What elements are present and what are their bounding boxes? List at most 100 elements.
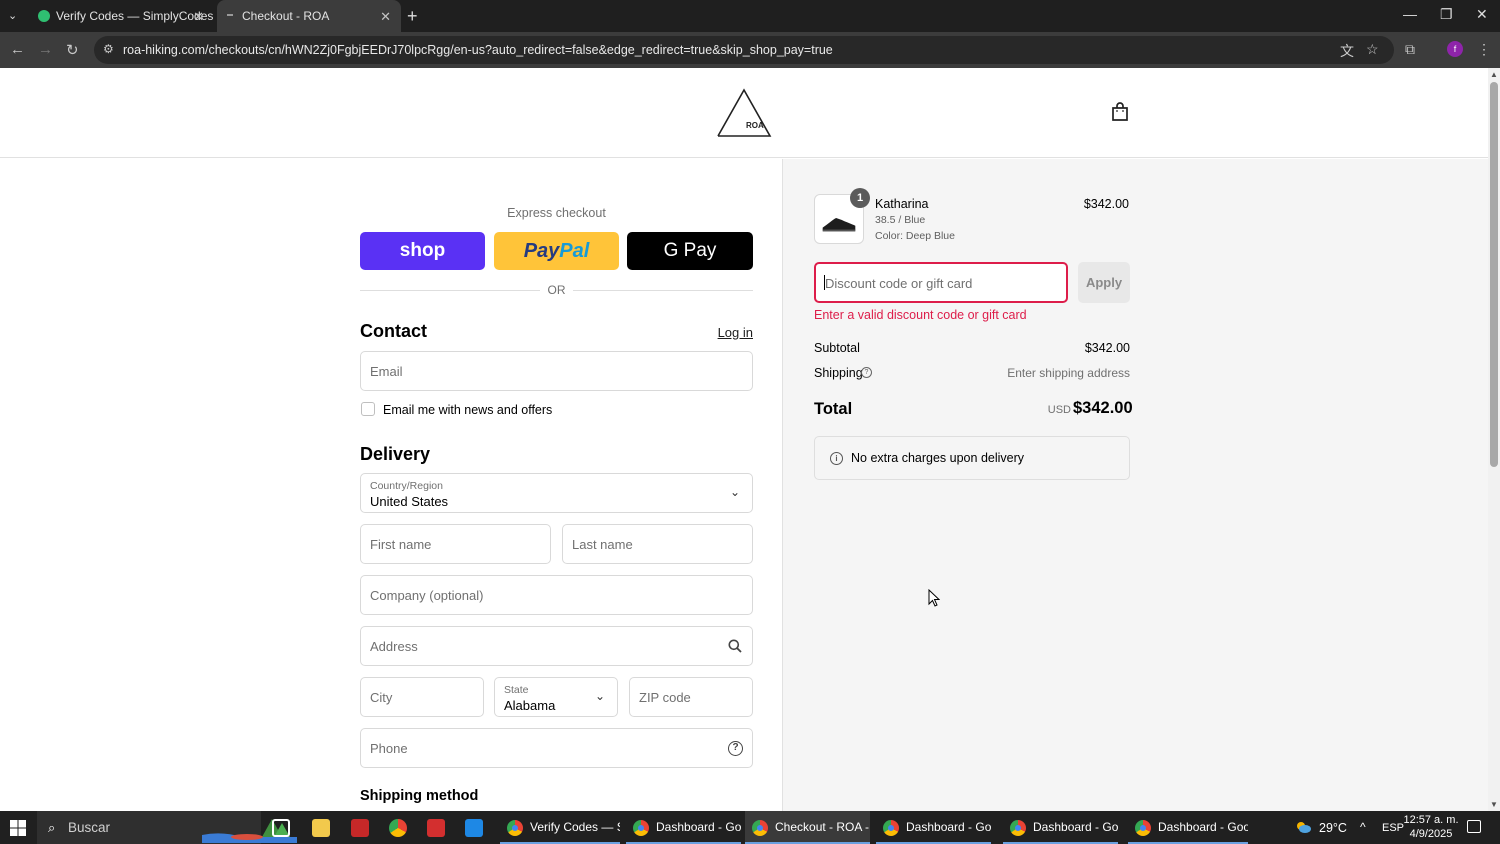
pinned-app-icon[interactable]	[351, 819, 369, 837]
weather-temperature[interactable]: 29°C	[1319, 821, 1347, 835]
google-pay-button[interactable]: G Pay	[627, 232, 753, 270]
scroll-down-arrow-icon[interactable]: ▼	[1490, 800, 1498, 809]
last-name-input[interactable]: Last name	[562, 524, 753, 564]
apply-discount-button[interactable]: Apply	[1078, 262, 1130, 303]
wps-office-icon[interactable]	[427, 819, 445, 837]
first-name-placeholder: First name	[370, 537, 432, 552]
browser-menu-icon[interactable]: ⋮	[1477, 41, 1491, 58]
email-input[interactable]: Email	[360, 351, 753, 391]
email-placeholder: Email	[370, 364, 403, 379]
company-placeholder: Company (optional)	[370, 588, 484, 603]
taskbar-app-checkout[interactable]: Checkout - ROA - ...	[745, 811, 870, 844]
back-arrow-icon[interactable]: ←	[10, 41, 25, 58]
browser-tab-simplycodes[interactable]: Verify Codes — SimplyCodes ✕	[30, 0, 214, 32]
shopping-bag-icon[interactable]	[1111, 102, 1129, 122]
country-select[interactable]: Country/Region United States ⌄	[360, 473, 753, 513]
chrome-icon	[883, 820, 899, 836]
capcut-icon[interactable]	[465, 819, 483, 837]
help-question-icon[interactable]: ?	[861, 367, 872, 378]
state-label: State	[504, 684, 529, 696]
product-variant: 38.5 / Blue	[875, 214, 926, 226]
profile-avatar[interactable]: f	[1447, 41, 1463, 57]
subtotal-value: $342.00	[1084, 341, 1130, 355]
country-label: Country/Region	[370, 480, 443, 492]
reload-icon[interactable]: ↻	[66, 41, 79, 59]
shipping-method-heading: Shipping method	[360, 788, 479, 804]
chrome-icon[interactable]	[389, 819, 407, 837]
task-view-icon[interactable]	[272, 819, 290, 837]
taskbar-app-label: Dashboard - Googl...	[656, 820, 741, 834]
phone-input[interactable]: Phone ?	[360, 728, 753, 768]
minimize-window-icon[interactable]: —	[1403, 6, 1417, 22]
weather-cloud-icon[interactable]	[1295, 820, 1311, 834]
bookmark-star-icon[interactable]: ☆	[1366, 41, 1379, 58]
total-label: Total	[814, 400, 853, 418]
mouse-pointer-icon	[928, 589, 940, 607]
tab-title: Verify Codes — SimplyCodes	[56, 9, 214, 23]
address-bar[interactable]: ⚙ roa-hiking.com/checkouts/cn/hWN2Zj0Fgb…	[94, 36, 1394, 64]
clock-time[interactable]: 12:57 a. m.	[1400, 814, 1462, 826]
forward-arrow-icon[interactable]: →	[38, 41, 53, 58]
product-color: Color: Deep Blue	[875, 230, 955, 242]
close-tab-icon[interactable]: ✕	[193, 9, 204, 25]
taskbar-search[interactable]: ⌕ Buscar	[37, 811, 297, 844]
shop-pay-button[interactable]: shop	[360, 232, 485, 270]
address-input[interactable]: Address	[360, 626, 753, 666]
page-scrollbar[interactable]: ▲ ▼	[1488, 68, 1500, 811]
newsletter-checkbox[interactable]	[361, 402, 375, 416]
last-name-placeholder: Last name	[572, 537, 633, 552]
zip-code-input[interactable]: ZIP code	[629, 677, 753, 717]
new-tab-plus-icon[interactable]: +	[407, 6, 418, 27]
discount-code-input[interactable]: Discount code or gift card	[814, 262, 1068, 303]
taskbar-app-dashboard[interactable]: Dashboard - Googl...	[876, 811, 991, 844]
state-select[interactable]: State Alabama ⌄	[494, 677, 618, 717]
city-input[interactable]: City	[360, 677, 484, 717]
extensions-puzzle-icon[interactable]: ⧉	[1405, 41, 1415, 58]
state-value: Alabama	[504, 698, 556, 713]
help-question-icon[interactable]: ?	[728, 741, 743, 756]
express-checkout-label: Express checkout	[507, 206, 606, 220]
clock-date[interactable]: 4/9/2025	[1400, 828, 1462, 840]
windows-taskbar: ⌕ Buscar Verify Codes — Sim... Dashboard…	[0, 811, 1500, 844]
delivery-heading: Delivery	[360, 444, 431, 464]
taskbar-app-dashboard[interactable]: Dashboard - Googl...	[1003, 811, 1118, 844]
company-input[interactable]: Company (optional)	[360, 575, 753, 615]
login-link[interactable]: Log in	[700, 325, 753, 340]
paypal-button[interactable]: PayPal	[494, 232, 619, 270]
taskbar-app-label: Verify Codes — Sim...	[530, 820, 620, 834]
newsletter-label[interactable]: Email me with news and offers	[383, 403, 552, 417]
taskbar-app-label: Dashboard - Googl...	[906, 820, 991, 834]
site-info-icon[interactable]: ⚙	[103, 42, 114, 56]
notice-text: No extra charges upon delivery	[851, 451, 1025, 465]
restore-window-icon[interactable]: ❐	[1440, 6, 1453, 23]
store-header: ROA	[0, 68, 1488, 158]
taskbar-app-label: Dashboard - Googl...	[1033, 820, 1118, 834]
total-currency: USD	[1047, 404, 1071, 416]
translate-icon[interactable]: 文	[1340, 41, 1354, 61]
roa-logo[interactable]: ROA	[716, 88, 772, 138]
delivery-notice: i No extra charges upon delivery	[814, 436, 1130, 480]
file-explorer-icon[interactable]	[312, 819, 330, 837]
show-hidden-icons-chevron-icon[interactable]: ^	[1360, 820, 1366, 834]
taskbar-app-dashboard[interactable]: Dashboard - Googl...	[1128, 811, 1248, 844]
url-text[interactable]: roa-hiking.com/checkouts/cn/hWN2Zj0FgbjE…	[123, 43, 833, 57]
tab-title: Checkout - ROA	[242, 9, 330, 23]
notifications-icon[interactable]	[1467, 820, 1481, 833]
close-tab-icon[interactable]: ✕	[380, 9, 391, 25]
taskbar-app-dashboard[interactable]: Dashboard - Googl...	[626, 811, 741, 844]
chrome-icon	[1010, 820, 1026, 836]
phone-placeholder: Phone	[370, 741, 408, 756]
close-window-icon[interactable]: ✕	[1476, 6, 1488, 23]
scroll-up-arrow-icon[interactable]: ▲	[1490, 70, 1498, 79]
chevron-down-icon: ⌄	[729, 485, 740, 499]
taskbar-app-verify-codes[interactable]: Verify Codes — Sim...	[500, 811, 620, 844]
zip-placeholder: ZIP code	[639, 690, 691, 705]
windows-start-icon[interactable]	[10, 820, 26, 836]
browser-tab-checkout[interactable]: Checkout - ROA ✕	[217, 0, 401, 32]
scrollbar-thumb[interactable]	[1490, 82, 1498, 467]
discount-placeholder: Discount code or gift card	[825, 276, 973, 291]
tab-list-chevron-icon[interactable]: ⌄	[8, 9, 17, 22]
first-name-input[interactable]: First name	[360, 524, 551, 564]
or-text: OR	[540, 283, 573, 297]
search-icon	[728, 639, 742, 653]
